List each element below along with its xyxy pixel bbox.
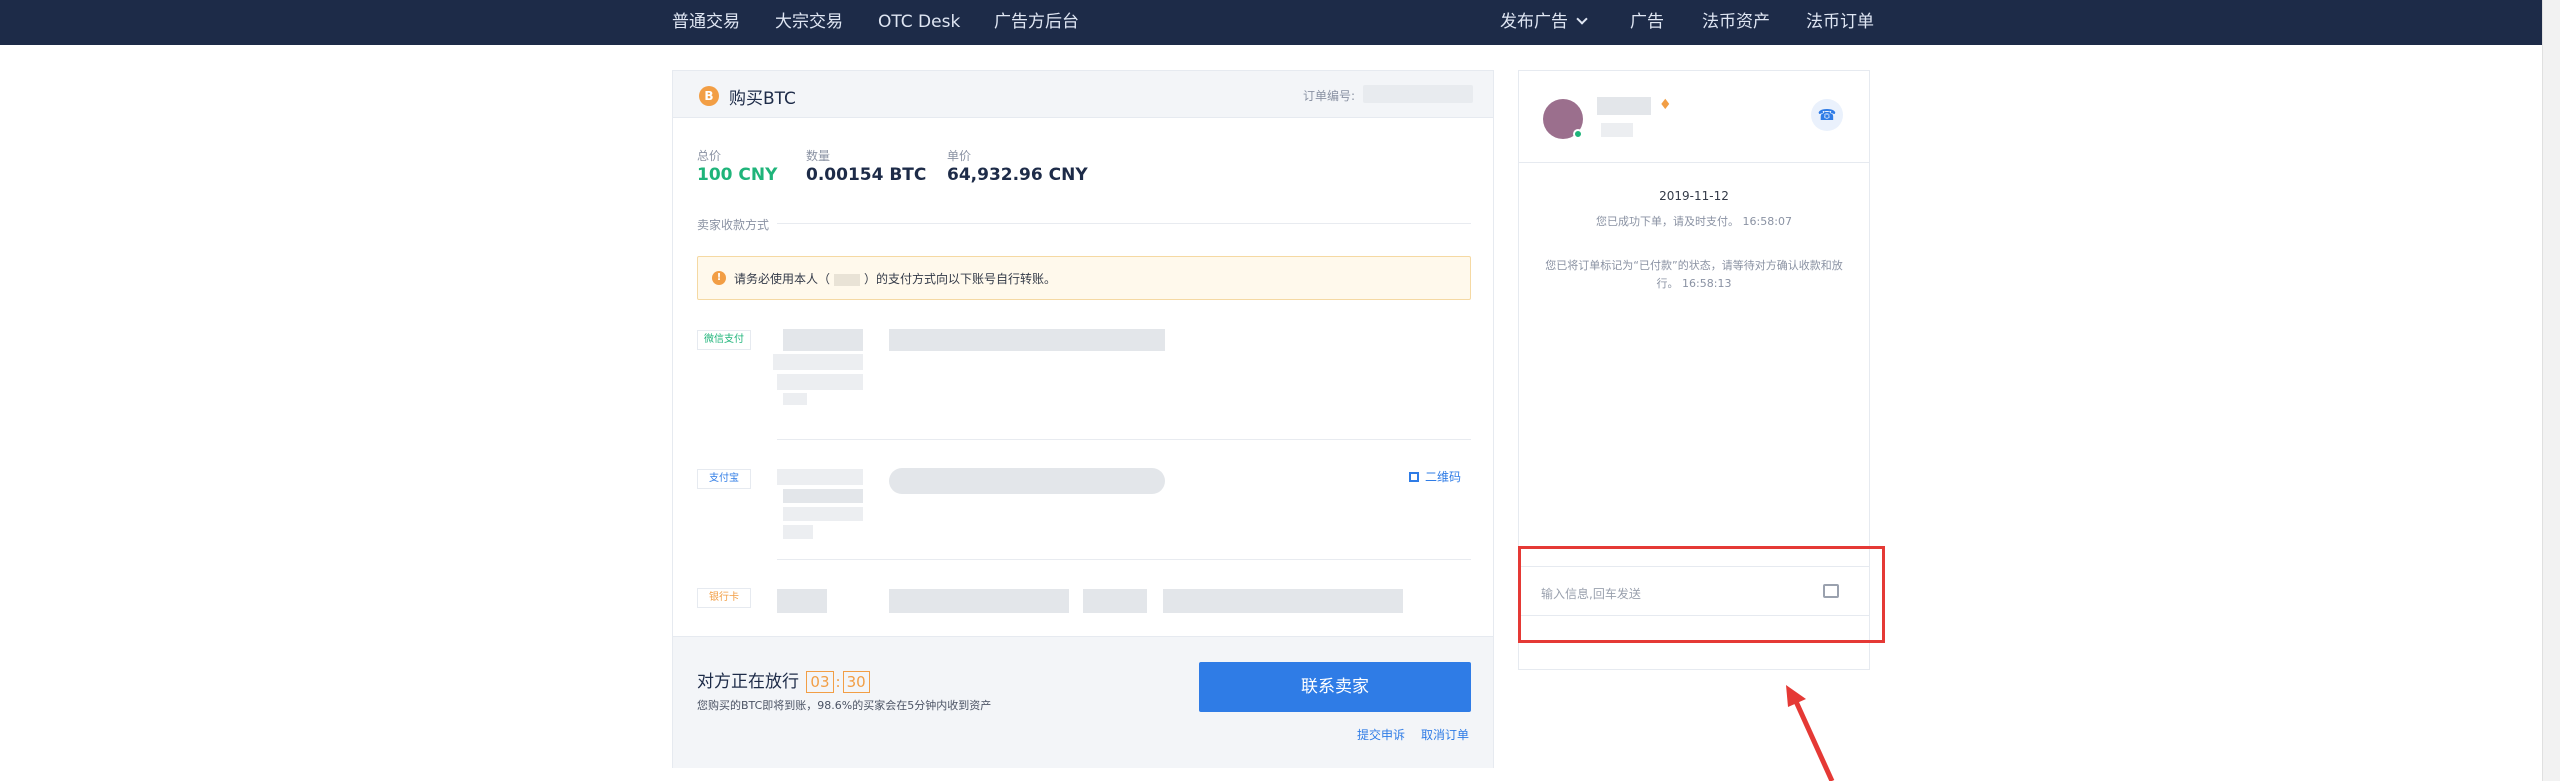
- submit-appeal-link[interactable]: 提交申诉: [1357, 726, 1405, 743]
- cancel-order-link[interactable]: 取消订单: [1421, 726, 1469, 743]
- unit-price-label: 单价: [947, 149, 972, 163]
- chevron-down-icon: [1576, 13, 1588, 25]
- redacted-account-detail: [889, 329, 1165, 351]
- annotation-highlight-box: [1518, 546, 1885, 643]
- nav-otc-desk[interactable]: OTC Desk: [878, 9, 960, 35]
- redacted-account: [773, 354, 863, 370]
- redacted-account: [783, 507, 863, 521]
- release-status: 对方正在放行 03:30: [697, 667, 872, 693]
- order-number-redacted: [1363, 85, 1473, 103]
- qr-code-link[interactable]: 二维码: [1409, 468, 1461, 485]
- redacted-account-detail: [1083, 589, 1147, 613]
- chat-system-message: 您已成功下单，请及时支付。 16:58:07: [1596, 215, 1792, 228]
- contact-seller-button[interactable]: 联系卖家: [1199, 662, 1471, 712]
- unit-price-value: 64,932.96 CNY: [947, 165, 1088, 185]
- seller-info-redacted: [1601, 123, 1633, 137]
- redacted-account: [783, 329, 863, 351]
- redacted-account-detail: [1163, 589, 1403, 613]
- nav-post-ad-label: 发布广告: [1500, 12, 1568, 32]
- redacted-name: [834, 273, 861, 286]
- seller-name-redacted: [1597, 97, 1651, 115]
- notice-text-after: ）的支付方式向以下账号自行转账。: [864, 272, 1057, 286]
- total-price-value: 100 CNY: [697, 165, 778, 185]
- annotation-arrow: [1786, 685, 1835, 781]
- total-price-label: 总价: [697, 149, 722, 163]
- redacted-account: [777, 589, 827, 613]
- notice-text-before: 请务必使用本人（: [734, 272, 831, 286]
- divider: [777, 223, 1471, 224]
- alipay-tag: 支付宝: [697, 469, 751, 489]
- phone-icon[interactable]: ☎: [1811, 99, 1843, 131]
- online-status-icon: [1573, 129, 1583, 139]
- order-header: B 购买BTC 订单编号:: [673, 71, 1493, 118]
- nav-spot-trading[interactable]: 普通交易: [672, 9, 740, 35]
- release-status-bar: 对方正在放行 03:30 您购买的BTC即将到账，98.6%的买家会在5分钟内收…: [673, 636, 1493, 768]
- divider: [777, 439, 1471, 440]
- nav-fiat-orders[interactable]: 法币订单: [1806, 9, 1874, 35]
- redacted-account: [783, 489, 863, 503]
- divider: [777, 559, 1471, 560]
- redacted-account-detail: [889, 589, 1069, 613]
- top-navigation: 普通交易 大宗交易 OTC Desk 广告方后台 发布广告 广告 法币资产 法币…: [0, 0, 2542, 45]
- chat-date: 2019-11-12: [1659, 189, 1729, 203]
- quantity-value: 0.00154 BTC: [806, 165, 927, 185]
- scrollbar[interactable]: [2542, 0, 2560, 781]
- bank-card-tag: 银行卡: [697, 588, 751, 608]
- nav-fiat-assets[interactable]: 法币资产: [1702, 9, 1770, 35]
- diamond-icon: ♦: [1659, 97, 1672, 113]
- redacted-account-detail: [889, 468, 1165, 494]
- nav-block-trading[interactable]: 大宗交易: [775, 9, 843, 35]
- nav-advertiser-backend[interactable]: 广告方后台: [994, 9, 1079, 35]
- notice-text: 请务必使用本人（ ）的支付方式向以下账号自行转账。: [734, 270, 1056, 287]
- warning-icon: !: [712, 271, 726, 285]
- redacted-account: [777, 374, 863, 390]
- timer-seconds: 30: [842, 671, 870, 693]
- nav-ads[interactable]: 广告: [1630, 9, 1664, 35]
- redacted-account: [777, 469, 863, 485]
- redacted-account: [783, 393, 807, 405]
- payment-methods-label: 卖家收款方式: [697, 218, 770, 232]
- order-panel: B 购买BTC 订单编号: 总价 100 CNY 数量 0.00154 BTC …: [672, 70, 1494, 768]
- order-title: 购买BTC: [729, 89, 796, 109]
- qr-code-label: 二维码: [1425, 470, 1462, 484]
- release-status-text: 对方正在放行: [697, 672, 799, 692]
- timer-separator: :: [835, 673, 841, 691]
- order-number-label: 订单编号:: [1303, 89, 1356, 103]
- btc-coin-icon: B: [699, 86, 719, 106]
- quantity-label: 数量: [806, 149, 831, 163]
- chat-system-message: 您已将订单标记为“已付款”的状态，请等待对方确认收款和放行。 16:58:13: [1545, 259, 1843, 290]
- payment-notice: ! 请务必使用本人（ ）的支付方式向以下账号自行转账。: [697, 256, 1471, 300]
- wechat-pay-tag: 微信支付: [697, 330, 751, 350]
- timer-minutes: 03: [806, 671, 834, 693]
- chat-header: ♦ ☎: [1519, 71, 1869, 163]
- qr-code-icon: [1409, 472, 1419, 482]
- nav-post-ad[interactable]: 发布广告: [1500, 9, 1588, 35]
- release-description: 您购买的BTC即将到账，98.6%的买家会在5分钟内收到资产: [697, 699, 992, 712]
- redacted-account: [783, 525, 813, 539]
